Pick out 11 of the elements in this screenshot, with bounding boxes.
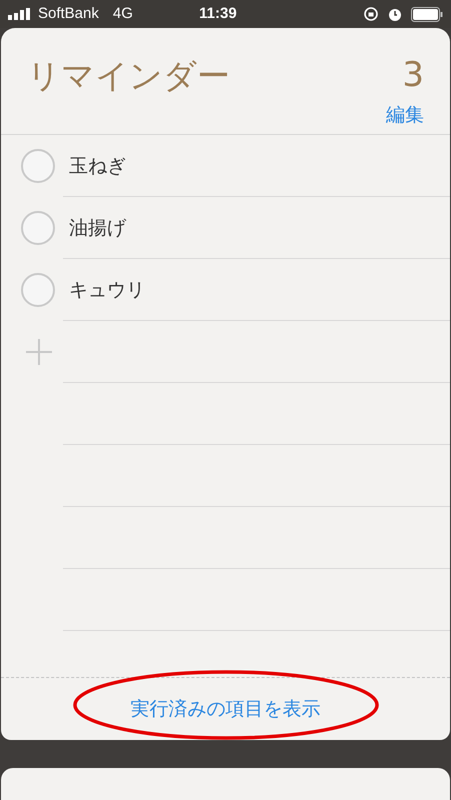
reminder-item[interactable]: 玉ねぎ [1,135,450,197]
network-type: 4G [112,4,133,24]
carrier-name: SoftBank [38,4,99,24]
clock-time: 11:39 [199,4,237,24]
reminder-item[interactable]: 油揚げ [1,197,450,259]
reminder-text: 油揚げ [69,216,126,241]
item-count: 3 [402,54,424,97]
list-title: リマインダー [27,54,230,97]
reminder-text: キュウリ [69,278,145,303]
reminder-text: 玉ねぎ [69,154,126,179]
reminder-item[interactable]: キュウリ [1,259,450,321]
